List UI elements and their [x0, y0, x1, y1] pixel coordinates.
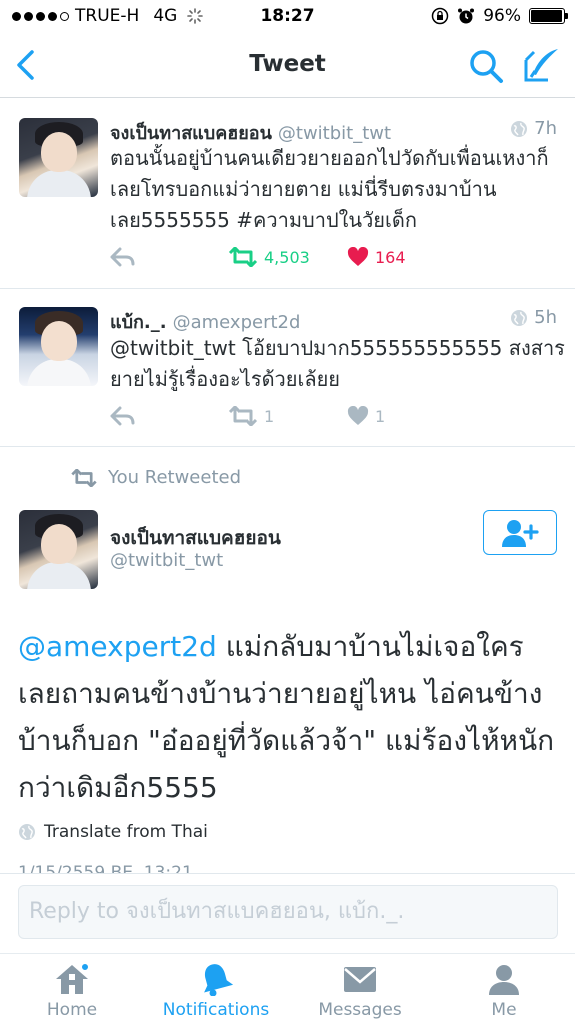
retweet-icon [228, 406, 258, 426]
like-button[interactable]: 164 [347, 247, 406, 267]
tab-notifications[interactable]: Notifications [160, 954, 272, 1024]
retweet-banner: You Retweeted [70, 467, 241, 488]
like-count: 1 [375, 406, 386, 426]
tab-messages[interactable]: Messages [310, 954, 410, 1024]
retweet-banner-label: You Retweeted [108, 467, 242, 488]
tweet-item[interactable]: แบ้ก._. @amexpert2d 5h @twitbit_twt โอ้ยบ… [0, 289, 575, 447]
retweet-count: 4,503 [264, 247, 310, 267]
author-name[interactable]: จงเป็นทาสแบคฮยอน [110, 523, 281, 553]
focused-tweet-text: @amexpert2d แม่กลับมาบ้านไม่เจอใคร เลยถา… [18, 623, 563, 811]
tab-me[interactable]: Me [474, 954, 534, 1024]
home-icon [52, 962, 92, 996]
heart-icon [347, 406, 369, 425]
globe-icon [19, 824, 35, 840]
bell-icon [196, 962, 236, 997]
retweet-icon [228, 247, 258, 267]
battery-fill [531, 10, 562, 22]
tab-label: Messages [318, 1000, 402, 1020]
tab-label: Notifications [162, 1000, 270, 1020]
like-count: 164 [375, 247, 406, 267]
time-label: 7h [534, 118, 557, 139]
alarm-icon [458, 8, 475, 24]
reply-button[interactable] [110, 247, 136, 267]
tweet-item[interactable]: จงเป็นทาสแบคฮยอน @twitbit_twt 7h ตอนนั้นอ… [0, 99, 575, 289]
compose-tweet-icon[interactable] [522, 46, 560, 84]
battery-icon [529, 8, 568, 24]
person-icon [484, 962, 524, 996]
status-bar: TRUE-H 4G 18:27 96% [0, 0, 575, 34]
orientation-lock-icon [431, 7, 449, 25]
tweet-time: 5h [510, 307, 557, 328]
heart-filled-icon [347, 247, 369, 266]
like-button[interactable]: 1 [347, 406, 385, 426]
author-name[interactable]: จงเป็นทาสแบคฮยอน [110, 123, 272, 144]
retweet-button[interactable]: 4,503 [228, 247, 310, 267]
globe-icon [511, 309, 528, 326]
tab-label: Home [46, 1000, 98, 1020]
retweet-icon [71, 468, 97, 487]
author-name[interactable]: แบ้ก._. [110, 312, 167, 333]
reply-button[interactable] [110, 406, 136, 426]
status-right: 96% [431, 6, 568, 26]
tweet-header: แบ้ก._. @amexpert2d [110, 307, 300, 336]
battery-percent: 96% [483, 6, 521, 26]
author-handle[interactable]: @twitbit_twt [278, 123, 391, 144]
tab-home[interactable]: Home [32, 954, 112, 1024]
tweet-actions: 1 1 [110, 406, 565, 432]
reply-icon [110, 247, 135, 267]
retweet-count: 1 [264, 406, 275, 426]
retweet-button[interactable]: 1 [228, 406, 274, 426]
translate-button[interactable]: Translate from Thai [18, 822, 208, 842]
search-icon[interactable] [468, 48, 504, 84]
follow-button[interactable] [483, 510, 557, 555]
globe-icon [511, 120, 528, 137]
avatar[interactable] [19, 307, 98, 386]
translate-label: Translate from Thai [44, 822, 208, 842]
tweet-text: @twitbit_twt โอ้ยบาปมาก555555555555 สงสา… [110, 336, 565, 391]
add-user-icon [502, 519, 539, 547]
avatar[interactable] [19, 118, 98, 197]
navigation-bar: Tweet [0, 34, 575, 98]
mention-link[interactable]: @amexpert2d [18, 630, 217, 663]
tweet-actions: 4,503 164 [110, 247, 565, 273]
author-handle[interactable]: @amexpert2d [173, 312, 301, 333]
tab-bar: Home Notifications Messages Me [0, 953, 575, 1024]
tweet-text: ตอนนั้นอยู่บ้านคนเดียวยายออกไปวัดกับเพื่… [110, 146, 549, 232]
tab-label: Me [491, 1000, 517, 1020]
author-handle[interactable]: @twitbit_twt [110, 550, 223, 571]
avatar[interactable] [19, 510, 98, 589]
time-label: 5h [534, 307, 557, 328]
reply-input[interactable]: Reply to จงเป็นทาสแบคฮยอน, แบ้ก._. [18, 885, 558, 939]
reply-bar: Reply to จงเป็นทาสแบคฮยอน, แบ้ก._. [0, 873, 575, 953]
tweet-time: 7h [510, 118, 557, 139]
envelope-icon [340, 962, 380, 996]
notification-dot [80, 962, 90, 972]
reply-icon [110, 406, 135, 426]
